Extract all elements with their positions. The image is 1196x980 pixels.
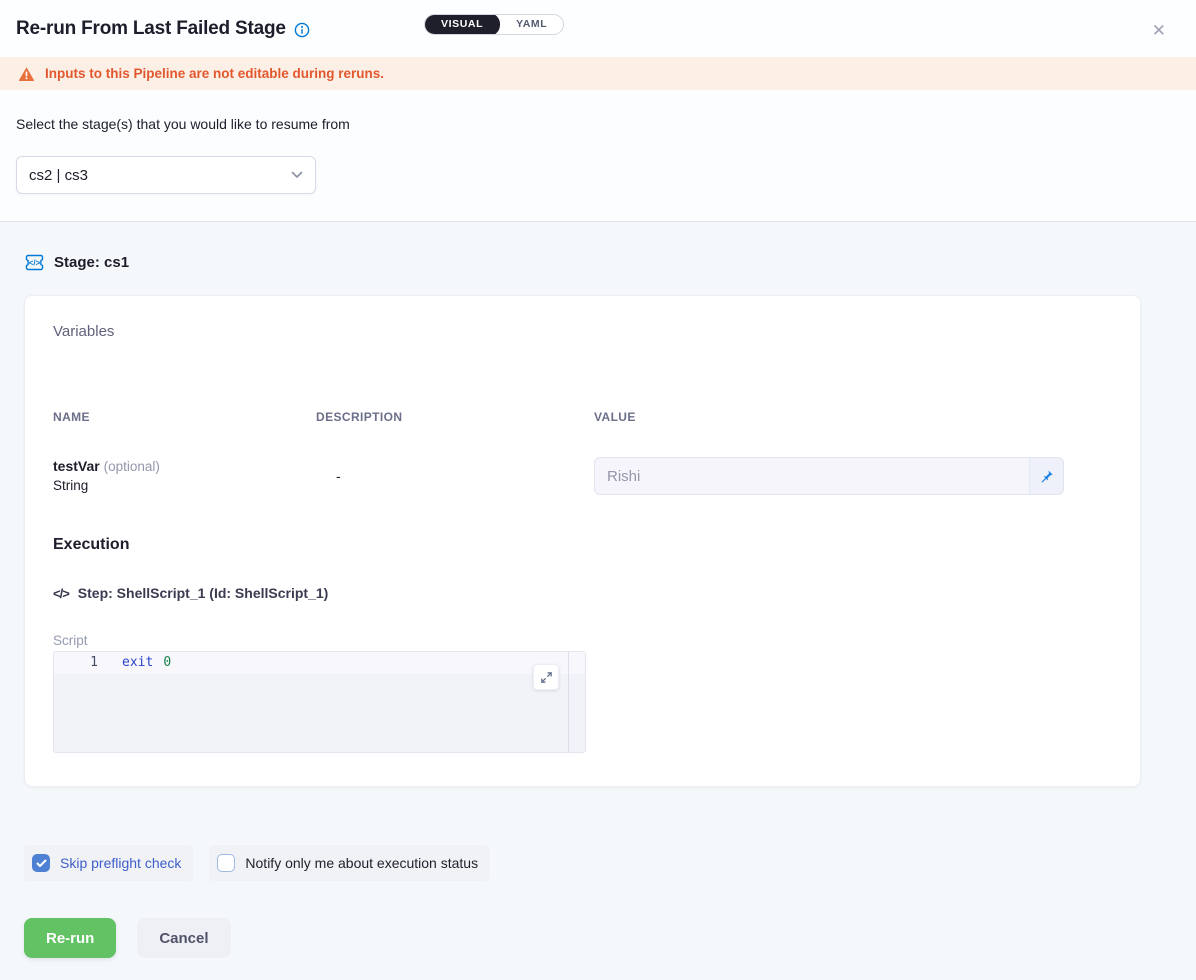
page-title: Re-run From Last Failed Stage — [16, 18, 286, 40]
skip-preflight-checkbox[interactable]: Skip preflight check — [24, 845, 193, 881]
stage-title: Stage: cs1 — [54, 254, 129, 271]
script-label: Script — [53, 633, 1112, 648]
visual-yaml-toggle: VISUAL YAML — [424, 14, 564, 35]
variable-description: - — [316, 468, 594, 484]
variable-value-cell — [594, 457, 1112, 495]
line-number: 1 — [54, 652, 98, 674]
svg-text:</>: </> — [29, 258, 41, 267]
variable-optional-tag: (optional) — [104, 459, 160, 474]
step-title: Step: ShellScript_1 (Id: ShellScript_1) — [78, 585, 329, 601]
skip-preflight-label: Skip preflight check — [60, 855, 181, 871]
checkbox-checked-icon — [32, 854, 50, 872]
footer-options: Skip preflight check Notify only me abou… — [24, 845, 1172, 881]
expand-icon[interactable] — [533, 664, 559, 690]
custom-stage-icon: </> — [24, 252, 45, 273]
pin-icon[interactable] — [1029, 458, 1063, 494]
warning-icon — [18, 66, 35, 82]
variable-value-field — [594, 457, 1064, 495]
info-icon[interactable] — [294, 22, 310, 38]
notify-only-me-checkbox[interactable]: Notify only me about execution status — [209, 845, 490, 881]
stage-select-section: Select the stage(s) that you would like … — [0, 90, 1196, 222]
warning-text: Inputs to this Pipeline are not editable… — [45, 66, 384, 81]
column-header-name: NAME — [53, 410, 316, 424]
variable-row: testVar (optional) String - — [53, 454, 1112, 498]
stage-select-value: cs2 | cs3 — [29, 167, 88, 184]
variable-name: testVar — [53, 458, 100, 474]
code-line: 1 exit 0 — [54, 652, 585, 674]
variables-section-title: Variables — [53, 322, 1112, 341]
warning-banner: Inputs to this Pipeline are not editable… — [0, 57, 1196, 90]
column-header-description: DESCRIPTION — [316, 410, 594, 424]
script-code-editor[interactable]: 1 exit 0 — [53, 651, 586, 753]
rerun-modal: Re-run From Last Failed Stage VISUAL YAM… — [0, 0, 1196, 980]
modal-body: </> Stage: cs1 Variables NAME DESCRIPTIO… — [0, 222, 1196, 980]
stage-select-dropdown[interactable]: cs2 | cs3 — [16, 156, 316, 194]
column-header-value: VALUE — [594, 410, 1112, 424]
variable-type: String — [53, 476, 316, 495]
tab-visual[interactable]: VISUAL — [424, 14, 500, 35]
code-number: 0 — [163, 655, 171, 670]
notify-only-me-label: Notify only me about execution status — [245, 855, 478, 871]
code-keyword: exit — [122, 655, 153, 670]
stage-heading: </> Stage: cs1 — [24, 250, 1172, 274]
tab-yaml[interactable]: YAML — [500, 14, 563, 35]
stage-inputs-card: Variables NAME DESCRIPTION VALUE testVar… — [24, 295, 1141, 787]
step-heading: </> Step: ShellScript_1 (Id: ShellScript… — [53, 585, 1112, 601]
variable-value-input — [595, 458, 1029, 494]
modal-header: Re-run From Last Failed Stage VISUAL YAM… — [0, 0, 1196, 57]
variables-table-header: NAME DESCRIPTION VALUE — [53, 410, 1112, 424]
chevron-down-icon — [291, 171, 303, 179]
cancel-button[interactable]: Cancel — [137, 918, 230, 958]
close-icon[interactable]: ✕ — [1152, 22, 1166, 39]
footer-actions: Re-run Cancel — [24, 918, 1172, 958]
execution-section-title: Execution — [53, 536, 1112, 554]
variable-name-cell: testVar (optional) String — [53, 457, 316, 495]
checkbox-unchecked-icon — [217, 854, 235, 872]
code-step-icon: </> — [53, 586, 69, 601]
rerun-button[interactable]: Re-run — [24, 918, 116, 958]
stage-select-label: Select the stage(s) that you would like … — [16, 116, 1180, 132]
